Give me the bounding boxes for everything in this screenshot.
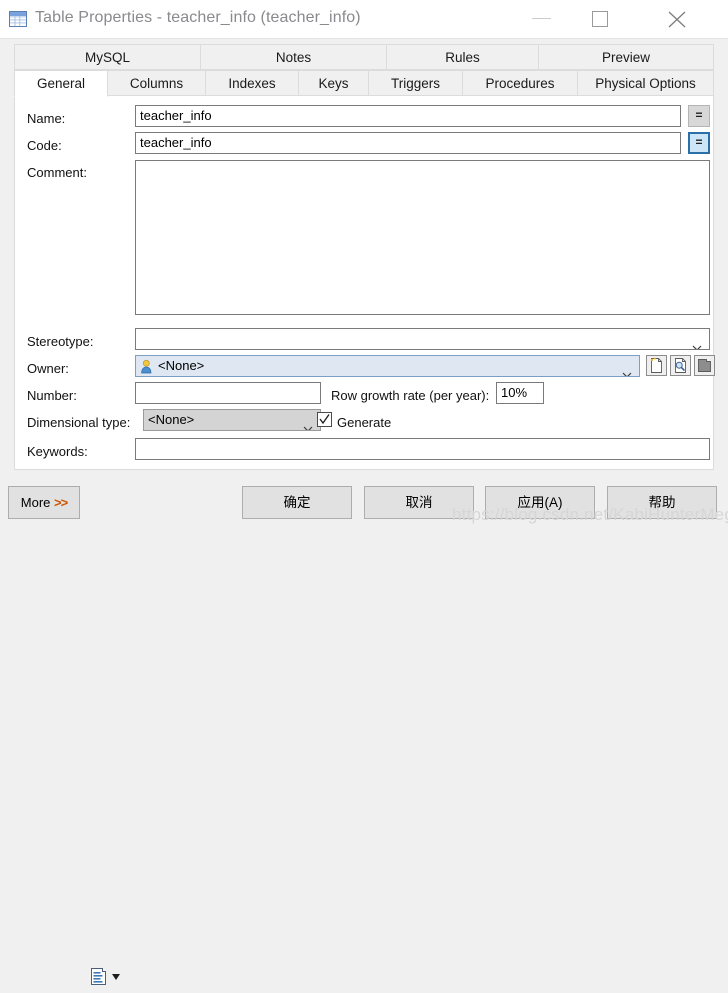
code-equals-button[interactable]: = bbox=[688, 132, 710, 154]
tab-triggers[interactable]: Triggers bbox=[369, 70, 463, 96]
table-properties-dialog: Table Properties - teacher_info (teacher… bbox=[0, 0, 728, 985]
help-button[interactable]: 帮助 bbox=[607, 486, 717, 519]
chevron-down-icon bbox=[112, 974, 120, 980]
tab-general[interactable]: General bbox=[14, 70, 108, 97]
general-tab-panel: Name: teacher_info = Code: teacher_info … bbox=[14, 96, 715, 470]
report-dropdown[interactable] bbox=[88, 965, 122, 990]
minimize-icon bbox=[532, 18, 551, 19]
maximize-button[interactable] bbox=[578, 0, 624, 38]
tab-label: Physical Options bbox=[595, 76, 696, 91]
properties-icon bbox=[698, 359, 711, 372]
owner-new-button[interactable] bbox=[646, 355, 667, 376]
tab-strip: MySQL Notes Rules Preview General Columns Ind… bbox=[14, 44, 714, 97]
stereotype-combo[interactable] bbox=[135, 328, 710, 350]
tab-label: Preview bbox=[601, 50, 650, 65]
keywords-input[interactable] bbox=[135, 438, 710, 460]
tab-preview[interactable]: Preview bbox=[539, 44, 714, 70]
owner-combo[interactable]: <None> bbox=[135, 355, 640, 377]
report-icon bbox=[91, 968, 106, 985]
tab-columns[interactable]: Columns bbox=[108, 70, 206, 96]
tab-physical-options[interactable]: Physical Options bbox=[578, 70, 714, 96]
tab-label: Columns bbox=[129, 76, 184, 91]
name-label: Name: bbox=[27, 111, 66, 126]
table-icon bbox=[9, 10, 27, 28]
tab-row-top: MySQL Notes Rules Preview bbox=[14, 44, 714, 70]
tab-label: General bbox=[36, 76, 86, 91]
tab-row-bottom: General Columns Indexes Keys Triggers Procedu… bbox=[14, 70, 714, 97]
user-icon bbox=[140, 359, 155, 376]
cancel-button[interactable]: 取消 bbox=[364, 486, 474, 519]
chevron-down-icon bbox=[303, 418, 313, 430]
code-input[interactable]: teacher_info bbox=[135, 132, 681, 154]
chevron-down-icon bbox=[692, 337, 702, 349]
dialog-footer: More >> 确定 取消 应用(A) 帮助 bbox=[0, 476, 728, 985]
code-label: Code: bbox=[27, 138, 62, 153]
tab-label: Notes bbox=[275, 50, 312, 65]
tab-notes[interactable]: Notes bbox=[201, 44, 387, 70]
row-growth-input[interactable]: 10% bbox=[496, 382, 544, 404]
comment-label: Comment: bbox=[27, 165, 87, 180]
minimize-button[interactable] bbox=[519, 0, 565, 38]
owner-value: <None> bbox=[158, 358, 205, 373]
owner-label: Owner: bbox=[27, 361, 69, 376]
checkmark-icon bbox=[319, 414, 330, 425]
new-document-icon bbox=[650, 357, 662, 373]
tab-mysql[interactable]: MySQL bbox=[14, 44, 201, 70]
tab-indexes[interactable]: Indexes bbox=[206, 70, 299, 96]
owner-properties-button[interactable] bbox=[694, 355, 715, 376]
maximize-icon bbox=[592, 11, 608, 27]
chevron-down-icon bbox=[622, 364, 632, 376]
tab-label: Indexes bbox=[228, 76, 276, 91]
more-button-label: More >> bbox=[20, 495, 68, 510]
title-bar: Table Properties - teacher_info (teacher… bbox=[0, 0, 728, 39]
close-icon bbox=[668, 11, 686, 28]
name-equals-button[interactable]: = bbox=[688, 105, 710, 127]
tab-rules[interactable]: Rules bbox=[387, 44, 539, 70]
stereotype-label: Stereotype: bbox=[27, 334, 94, 349]
browse-document-icon bbox=[675, 358, 686, 373]
tab-label: Triggers bbox=[390, 76, 440, 91]
number-input[interactable] bbox=[135, 382, 321, 404]
close-button[interactable] bbox=[655, 0, 701, 38]
more-button[interactable]: More >> bbox=[8, 486, 80, 519]
tab-label: Keys bbox=[318, 76, 349, 91]
dimensional-type-value: <None> bbox=[148, 412, 195, 427]
tab-label: Rules bbox=[445, 50, 480, 65]
tab-label: MySQL bbox=[84, 50, 130, 65]
tab-label: Procedures bbox=[485, 76, 555, 91]
ok-button[interactable]: 确定 bbox=[242, 486, 352, 519]
dimensional-type-combo[interactable]: <None> bbox=[143, 409, 321, 431]
name-input[interactable]: teacher_info bbox=[135, 105, 681, 127]
keywords-label: Keywords: bbox=[27, 444, 88, 459]
tab-keys[interactable]: Keys bbox=[299, 70, 369, 96]
window-title: Table Properties - teacher_info (teacher… bbox=[35, 9, 361, 26]
generate-label: Generate bbox=[337, 415, 392, 430]
row-growth-label: Row growth rate (per year): bbox=[331, 388, 490, 403]
apply-button[interactable]: 应用(A) bbox=[485, 486, 595, 519]
comment-textarea[interactable] bbox=[135, 160, 710, 315]
tab-procedures[interactable]: Procedures bbox=[463, 70, 578, 96]
number-label: Number: bbox=[27, 388, 77, 403]
owner-browse-button[interactable] bbox=[670, 355, 691, 376]
generate-checkbox[interactable] bbox=[317, 412, 332, 427]
dimensional-type-label: Dimensional type: bbox=[27, 415, 131, 430]
